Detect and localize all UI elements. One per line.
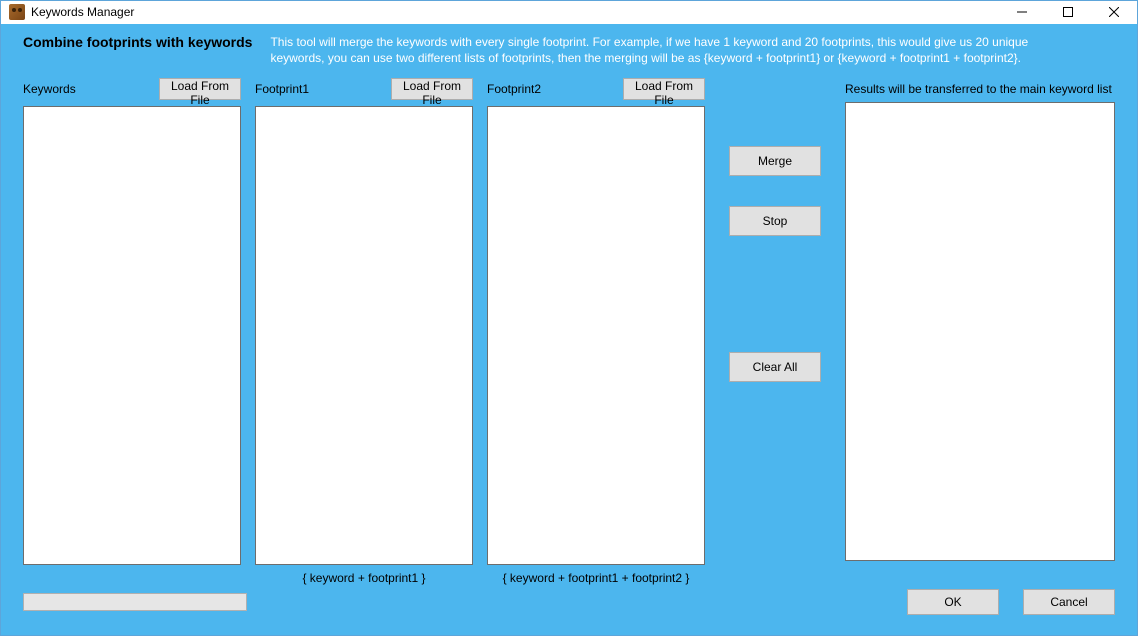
clear-all-button[interactable]: Clear All bbox=[729, 352, 821, 382]
keywords-header: Keywords Load From File bbox=[23, 76, 241, 102]
minimize-icon bbox=[1017, 7, 1027, 17]
results-label: Results will be transferred to the main … bbox=[845, 76, 1115, 102]
load-footprint1-button[interactable]: Load From File bbox=[391, 78, 473, 100]
footprint2-column: Footprint2 Load From File { keyword + fo… bbox=[487, 76, 705, 585]
progress-bar bbox=[23, 593, 247, 611]
footprint1-input[interactable] bbox=[255, 106, 473, 565]
close-icon bbox=[1109, 7, 1119, 17]
ok-button[interactable]: OK bbox=[907, 589, 999, 615]
window-controls bbox=[999, 1, 1137, 24]
client-area: Combine footprints with keywords This to… bbox=[1, 24, 1137, 635]
footprint2-input[interactable] bbox=[487, 106, 705, 565]
load-footprint2-button[interactable]: Load From File bbox=[623, 78, 705, 100]
merge-button[interactable]: Merge bbox=[729, 146, 821, 176]
keywords-label: Keywords bbox=[23, 82, 76, 96]
footprint1-label: Footprint1 bbox=[255, 82, 309, 96]
page-description: This tool will merge the keywords with e… bbox=[270, 34, 1080, 66]
results-column: Results will be transferred to the main … bbox=[845, 76, 1115, 561]
keywords-input[interactable] bbox=[23, 106, 241, 565]
bottom-row: OK Cancel bbox=[23, 585, 1115, 619]
cancel-button[interactable]: Cancel bbox=[1023, 589, 1115, 615]
maximize-button[interactable] bbox=[1045, 1, 1091, 24]
footprint2-header: Footprint2 Load From File bbox=[487, 76, 705, 102]
page-heading: Combine footprints with keywords bbox=[23, 34, 252, 50]
window-title: Keywords Manager bbox=[31, 5, 134, 19]
minimize-button[interactable] bbox=[999, 1, 1045, 24]
header-row: Combine footprints with keywords This to… bbox=[23, 34, 1115, 66]
window: Keywords Manager Combine footprints with… bbox=[0, 0, 1138, 636]
action-column: Merge Stop Clear All bbox=[719, 76, 831, 382]
close-button[interactable] bbox=[1091, 1, 1137, 24]
titlebar: Keywords Manager bbox=[1, 1, 1137, 24]
stop-button[interactable]: Stop bbox=[729, 206, 821, 236]
footprint2-hint: { keyword + footprint1 + footprint2 } bbox=[487, 571, 705, 585]
maximize-icon bbox=[1063, 7, 1073, 17]
results-output[interactable] bbox=[845, 102, 1115, 561]
columns: Keywords Load From File Footprint1 Load … bbox=[23, 76, 1115, 585]
footprint2-label: Footprint2 bbox=[487, 82, 541, 96]
keywords-column: Keywords Load From File bbox=[23, 76, 241, 565]
footprint1-header: Footprint1 Load From File bbox=[255, 76, 473, 102]
app-icon bbox=[9, 4, 25, 20]
footprint1-hint: { keyword + footprint1 } bbox=[255, 571, 473, 585]
footprint1-column: Footprint1 Load From File { keyword + fo… bbox=[255, 76, 473, 585]
load-keywords-button[interactable]: Load From File bbox=[159, 78, 241, 100]
